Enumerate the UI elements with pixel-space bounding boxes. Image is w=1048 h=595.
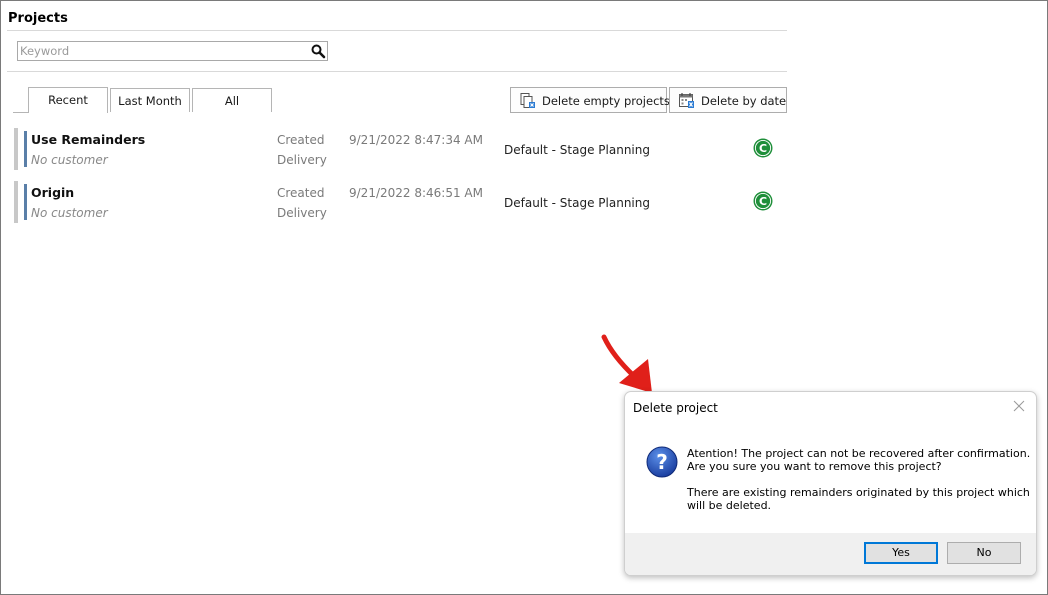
project-template: Default - Stage Planning	[504, 196, 650, 210]
project-name: Use Remainders	[31, 132, 146, 147]
annotation-arrow-icon	[601, 334, 652, 393]
row-indicator	[14, 181, 18, 223]
delivery-label: Delivery	[277, 153, 327, 167]
divider	[7, 30, 787, 31]
question-icon: ?	[646, 446, 678, 478]
yes-button[interactable]: Yes	[864, 542, 938, 564]
delete-project-dialog: Delete project ? Atention! The project c…	[624, 391, 1037, 576]
created-date: 9/21/2022 8:47:34 AM	[349, 133, 483, 147]
projects-window: Projects Recent Last Month All Delete em…	[0, 0, 1048, 595]
tab-recent[interactable]: Recent	[28, 87, 108, 113]
dialog-message-line: Atention! The project can not be recover…	[687, 447, 1031, 460]
dialog-message-line: will be deleted.	[687, 499, 772, 512]
delete-by-date-label: Delete by date	[701, 94, 787, 108]
tab-last-month[interactable]: Last Month	[110, 88, 190, 112]
status-letter: C	[759, 142, 767, 155]
tab-all[interactable]: All	[192, 88, 272, 112]
search-box[interactable]	[17, 41, 328, 61]
delivery-label: Delivery	[277, 206, 327, 220]
status-badge-icon: C	[753, 191, 773, 211]
created-label: Created	[277, 186, 325, 200]
delete-empty-projects-label: Delete empty projects	[542, 94, 670, 108]
project-template: Default - Stage Planning	[504, 143, 650, 157]
svg-text:?: ?	[656, 450, 668, 474]
search-input[interactable]	[20, 42, 300, 60]
project-customer: No customer	[31, 206, 108, 220]
delete-by-date-button[interactable]: Delete by date	[669, 87, 787, 113]
tab-label: Recent	[48, 93, 88, 107]
tab-strip-line	[13, 112, 28, 113]
search-icon[interactable]	[310, 43, 326, 59]
row-accent	[24, 131, 27, 167]
close-icon[interactable]	[1012, 399, 1026, 413]
dialog-title: Delete project	[633, 401, 718, 415]
project-customer: No customer	[31, 153, 108, 167]
project-row[interactable]: Origin No customer Created Delivery 9/21…	[13, 181, 789, 227]
page-title: Projects	[8, 11, 68, 26]
project-row[interactable]: Use Remainders No customer Created Deliv…	[13, 128, 789, 174]
created-label: Created	[277, 133, 325, 147]
created-date: 9/21/2022 8:46:51 AM	[349, 186, 483, 200]
project-name: Origin	[31, 185, 75, 200]
tab-label: All	[224, 94, 240, 108]
no-button[interactable]: No	[947, 542, 1021, 564]
tab-label: Last Month	[118, 94, 182, 108]
row-accent	[24, 184, 27, 220]
status-badge-icon: C	[753, 138, 773, 158]
row-indicator	[14, 128, 18, 170]
dialog-message-line: Are you sure you want to remove this pro…	[687, 460, 942, 473]
dialog-message-line: There are existing remainders originated…	[687, 486, 1030, 499]
calendar-delete-icon	[679, 93, 694, 108]
delete-empty-projects-icon	[520, 93, 535, 108]
divider	[7, 71, 787, 72]
status-letter: C	[759, 195, 767, 208]
delete-empty-projects-button[interactable]: Delete empty projects	[510, 87, 670, 113]
